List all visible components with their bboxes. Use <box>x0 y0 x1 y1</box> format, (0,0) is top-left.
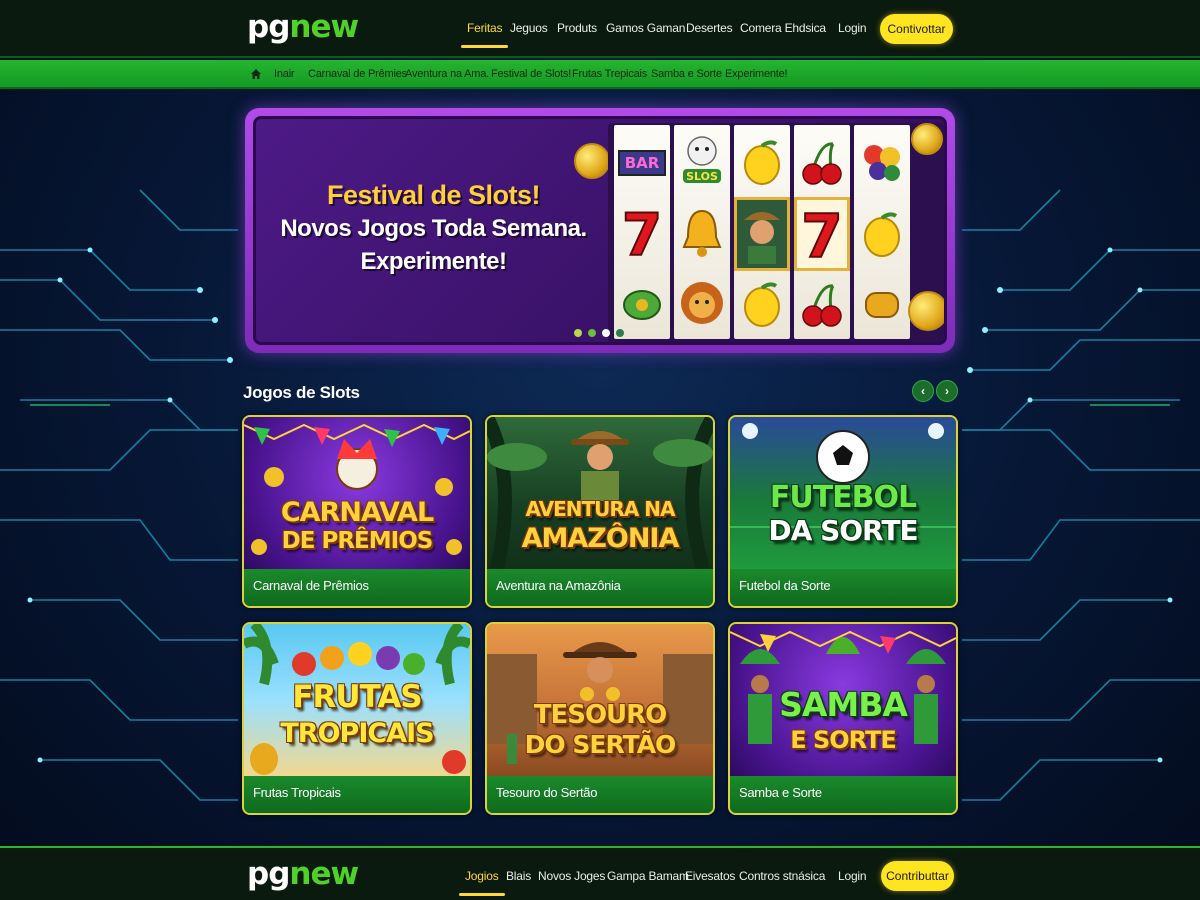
game-card-art: CARNAVAL DE PRÊMIOS <box>244 417 470 569</box>
bell-symbol-icon <box>677 203 727 263</box>
mascot-symbol-icon: SLOS <box>677 129 727 189</box>
nav-item-gamos-gaman[interactable]: Gamos Gaman <box>606 21 685 35</box>
lemon-symbol-icon <box>857 205 907 265</box>
hero-title: Festival de Slots! <box>326 180 541 210</box>
category-subnav: Inair Carnaval de Prêmies Aventura na Am… <box>0 60 1200 89</box>
subnav-item-frutas[interactable]: Frutas Trepicais <box>572 68 647 80</box>
gold-coin-icon <box>908 291 944 331</box>
cherry-symbol-icon <box>797 133 847 193</box>
home-icon[interactable] <box>250 68 262 80</box>
game-card-futebol[interactable]: FUTEBOL DA SORTE Futebol da Sorte <box>728 415 958 608</box>
footer-nav-item-blais[interactable]: Blais <box>506 869 531 883</box>
subnav-item-aventura[interactable]: Aventura na Ama. <box>405 68 489 80</box>
slot-reel: BAR 7 <box>614 125 670 339</box>
hero-text: Festival de Slots! Novos Jogos Toda Sema… <box>256 179 611 278</box>
hero-banner-inner: Festival de Slots! Novos Jogos Toda Sema… <box>253 116 947 345</box>
footer-brand-logo[interactable]: pgnew <box>247 856 359 892</box>
footer-nav-item-jogios[interactable]: Jogios <box>459 869 504 896</box>
carousel-dot[interactable] <box>616 329 624 337</box>
section-title: Jogos de Slots <box>243 383 360 402</box>
game-card-art: FRUTAS TROPICAIS <box>244 624 470 776</box>
carousel-dots <box>574 329 624 337</box>
footer-bar: pgnew Jogios Blais Novos Joges Gampa Bam… <box>0 846 1200 900</box>
nav-item-comera-ehdsica[interactable]: Comera Ehdsica <box>740 21 826 35</box>
hero-subtitle-line2: Experimente! <box>360 248 507 275</box>
game-card-samba[interactable]: SAMBA E SORTE Samba e Sorte <box>728 622 958 815</box>
hero-subtitle-line1: Novos Jogos Toda Semana. <box>280 215 587 242</box>
chevron-right-icon[interactable]: › <box>936 380 958 402</box>
header-cta-button[interactable]: Contivottar <box>880 14 953 44</box>
footer-nav-item-contros[interactable]: Contros stnásica <box>739 869 825 883</box>
svg-text:7: 7 <box>622 205 662 261</box>
nav-item-jeguos[interactable]: Jeguos <box>510 21 548 35</box>
subnav-item-festival[interactable]: Festival de Slots! <box>491 68 571 80</box>
leaf-symbol-icon <box>617 273 667 333</box>
subnav-item-carnaval[interactable]: Carnaval de Prêmies <box>308 68 407 80</box>
game-card-label: Frutas Tropicais <box>244 776 470 813</box>
nav-item-desertes[interactable]: Desertes <box>686 21 733 35</box>
svg-text:7: 7 <box>801 204 843 264</box>
lemon-symbol-icon <box>737 133 787 193</box>
bar-symbol-icon: BAR <box>617 133 667 193</box>
gold-symbol-icon <box>857 275 907 335</box>
slot-reel: SLOS <box>674 125 730 339</box>
login-link[interactable]: Login <box>838 21 867 35</box>
subnav-item-experimente[interactable]: Experimente! <box>725 68 788 80</box>
game-card-art: TESOURO DO SERTÃO <box>487 624 713 776</box>
nav-item-produts[interactable]: Produts <box>557 21 597 35</box>
slot-reel: 7 <box>794 125 850 339</box>
carousel-dot[interactable] <box>588 329 596 337</box>
explorer-symbol-icon <box>734 197 790 271</box>
hero-banner[interactable]: Festival de Slots! Novos Jogos Toda Sema… <box>245 108 955 353</box>
game-card-label: Tesouro do Sertão <box>487 776 713 813</box>
footer-nav-item-gampa-bamam[interactable]: Gampa Bamam <box>607 869 689 883</box>
carousel-dot[interactable] <box>574 329 582 337</box>
game-card-label: Aventura na Amazônia <box>487 569 713 606</box>
subnav-item-inair[interactable]: Inair <box>274 68 295 80</box>
seven-symbol-icon: 7 <box>617 203 667 263</box>
slot-reels: BAR 7 SLOS 7 <box>608 123 944 342</box>
cherry-symbol-icon <box>797 275 847 335</box>
lion-symbol-icon <box>677 273 727 333</box>
footer-nav-item-eivesatos[interactable]: Eivesatos <box>685 869 735 883</box>
game-card-art: FUTEBOL DA SORTE <box>730 417 956 569</box>
subnav-item-samba[interactable]: Samba e Sorte <box>651 68 722 80</box>
fruit-mix-symbol-icon <box>857 131 907 191</box>
footer-cta-button[interactable]: Contributtar <box>881 861 954 891</box>
game-card-label: Samba e Sorte <box>730 776 956 813</box>
slot-reel <box>734 125 790 339</box>
nav-item-feritas[interactable]: Feritas <box>460 21 509 48</box>
game-card-tesouro[interactable]: TESOURO DO SERTÃO Tesouro do Sertão <box>485 622 715 815</box>
gold-coin-icon <box>911 123 943 155</box>
seven-symbol-icon: 7 <box>794 197 850 271</box>
game-card-art: SAMBA E SORTE <box>730 624 956 776</box>
carousel-dot-active[interactable] <box>602 329 610 337</box>
chevron-left-icon[interactable]: ‹ <box>912 380 934 402</box>
game-card-label: Futebol da Sorte <box>730 569 956 606</box>
game-card-aventura[interactable]: AVENTURA NA AMAZÔNIA Aventura na Amazôni… <box>485 415 715 608</box>
gold-coin-icon <box>574 143 610 179</box>
svg-text:SLOS: SLOS <box>686 170 718 183</box>
footer-nav-item-novos-jogos[interactable]: Novos Joges <box>538 869 605 883</box>
game-card-art: AVENTURA NA AMAZÔNIA <box>487 417 713 569</box>
slot-reel <box>854 125 910 339</box>
game-card-frutas[interactable]: FRUTAS TROPICAIS Frutas Tropicais <box>242 622 472 815</box>
footer-login-link[interactable]: Login <box>838 869 867 883</box>
game-card-carnaval[interactable]: CARNAVAL DE PRÊMIOS Carnaval de Prêmios <box>242 415 472 608</box>
brand-logo[interactable]: pgnew <box>247 9 359 45</box>
top-header: pgnew Feritas Jeguos Produts Gamos Gaman… <box>0 0 1200 58</box>
game-card-label: Carnaval de Prêmios <box>244 569 470 606</box>
lemon-symbol-icon <box>737 275 787 335</box>
